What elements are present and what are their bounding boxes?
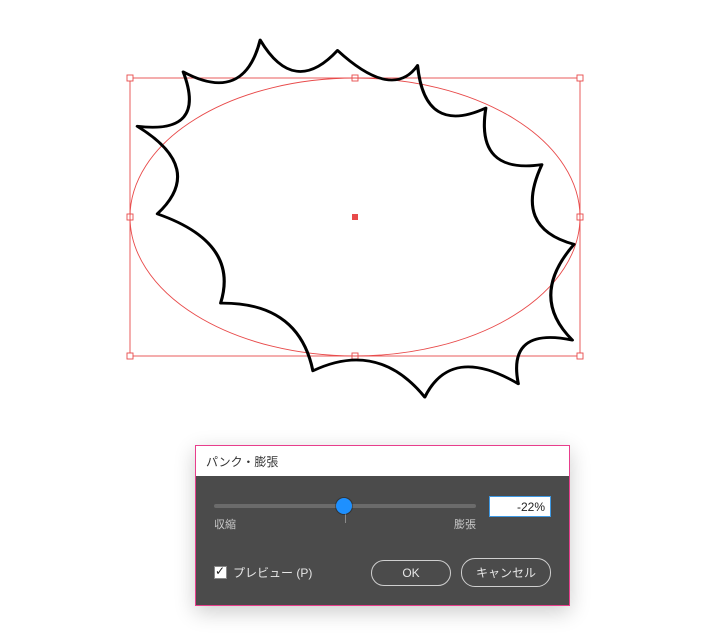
cancel-button[interactable]: キャンセル [461,558,551,587]
handle-top-right[interactable] [577,75,583,81]
handle-top-left[interactable] [127,75,133,81]
ok-button[interactable]: OK [371,560,451,586]
slider-row: 収縮 膨張 [214,494,551,540]
handle-bottom-right[interactable] [577,353,583,359]
dialog-body: 収縮 膨張 プレビュー (P) OK キャンセル [196,476,569,605]
artwork-canvas[interactable] [0,0,710,430]
slider-thumb[interactable] [336,498,352,514]
preview-label: プレビュー (P) [233,564,312,581]
slider-label-bloat: 膨張 [454,516,476,532]
button-row: プレビュー (P) OK キャンセル [214,558,551,587]
preview-checkbox-group[interactable]: プレビュー (P) [214,564,361,581]
slider-label-pucker: 収縮 [214,516,236,532]
center-dot [352,214,358,220]
pucker-bloat-dialog: パンク・膨張 収縮 膨張 プレビュー (P) OK キャンセル [195,445,570,606]
preview-checkbox[interactable] [214,566,227,579]
slider-value-input[interactable] [489,496,551,517]
handle-bottom-left[interactable] [127,353,133,359]
dialog-title: パンク・膨張 [196,446,569,476]
